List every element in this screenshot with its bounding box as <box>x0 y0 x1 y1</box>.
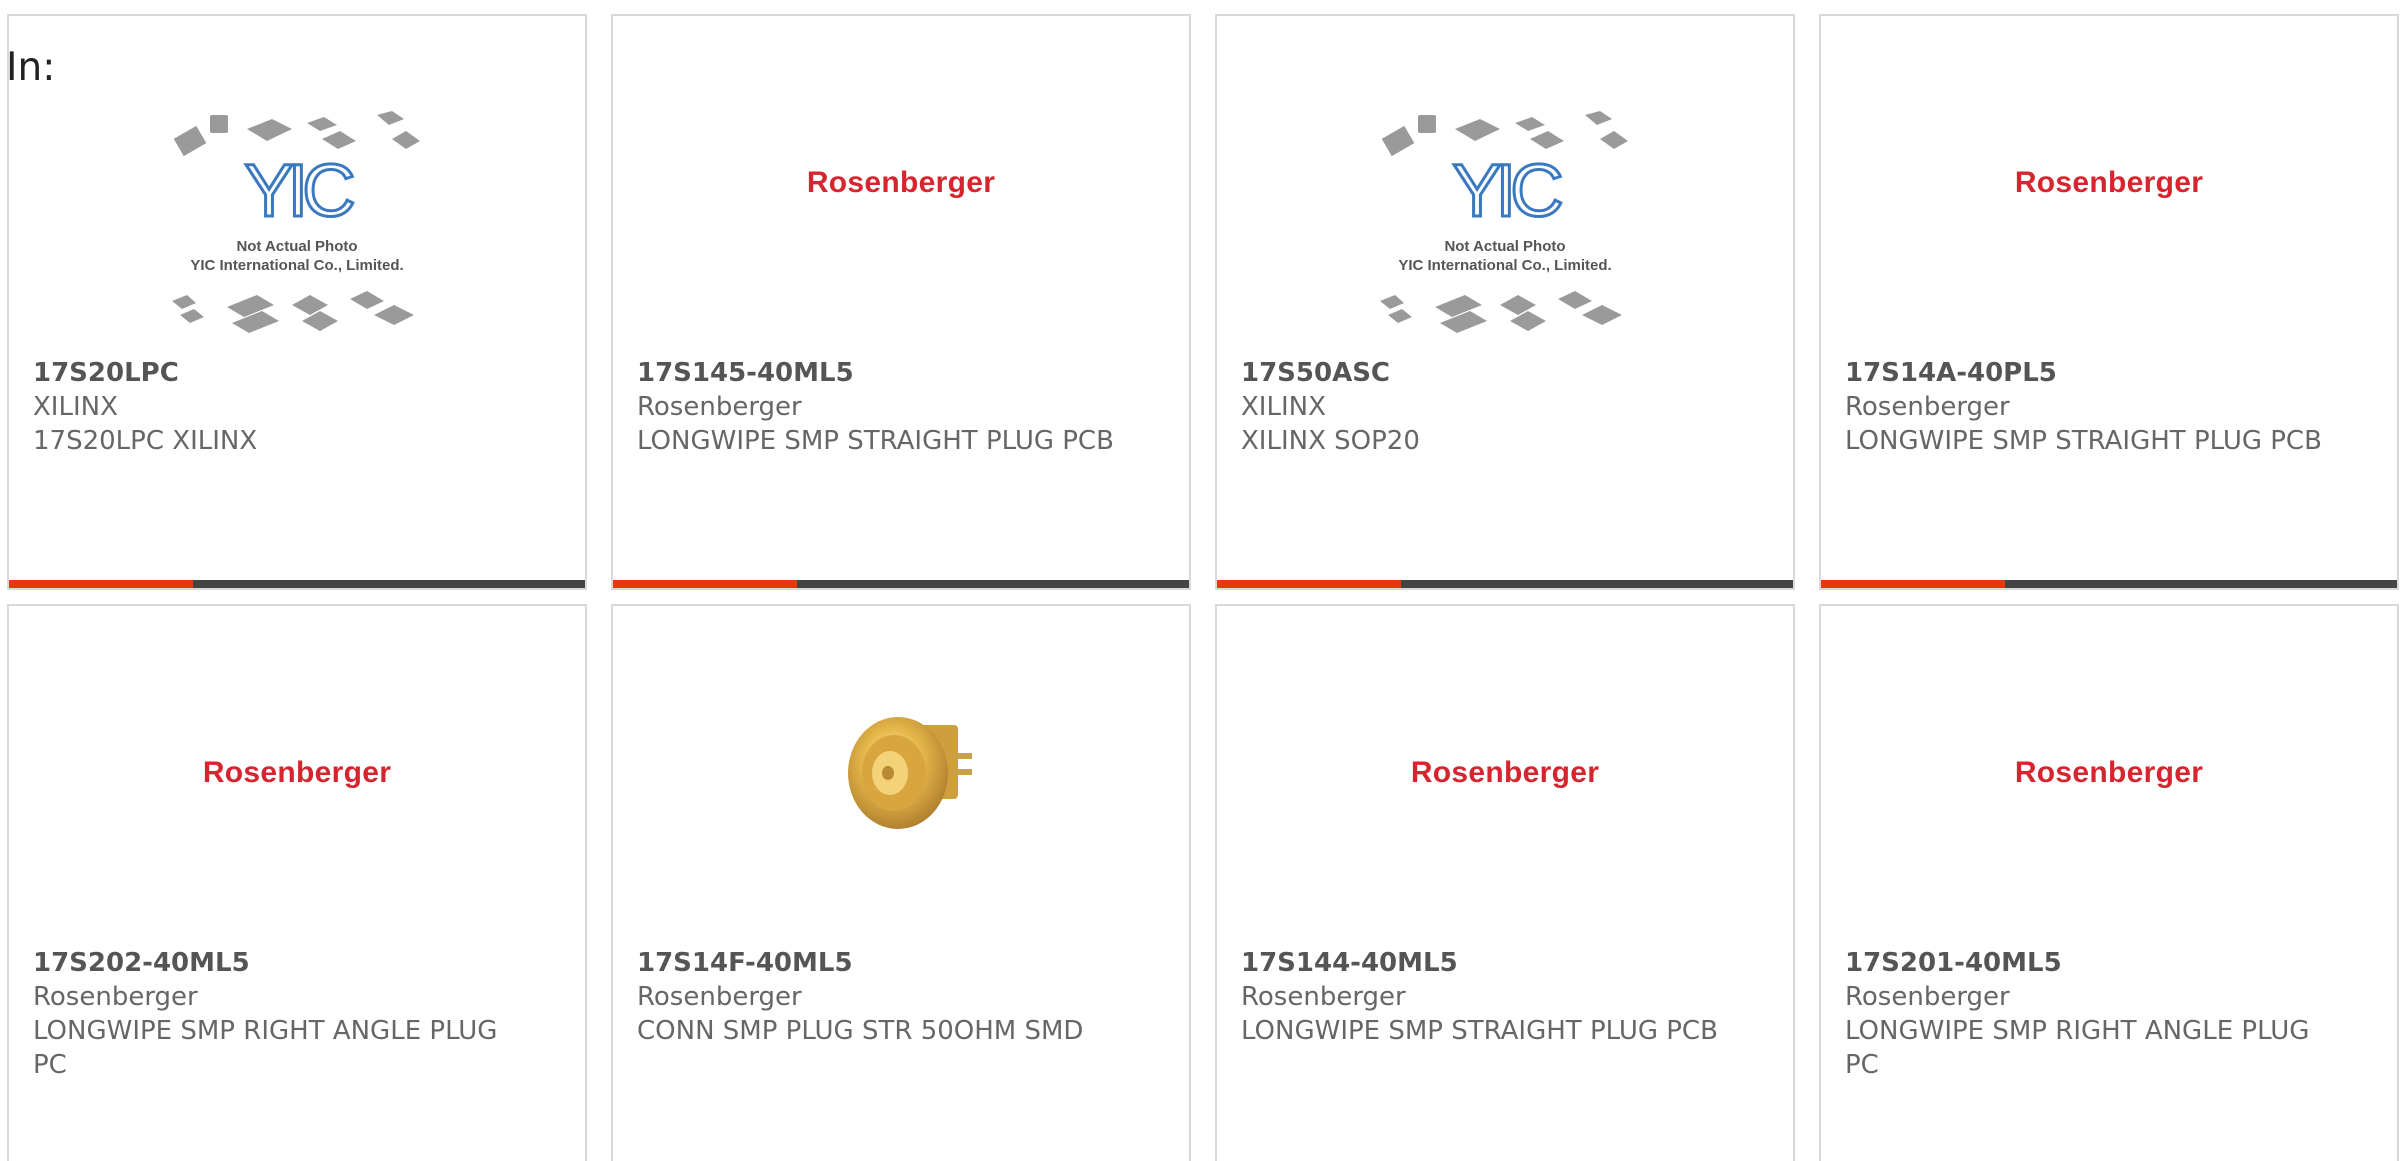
svg-text:YIC International Co., Limited: YIC International Co., Limited. <box>190 257 403 274</box>
description: 17S20LPC XILINX <box>33 426 258 456</box>
product-image: Rosenberger <box>1821 86 2397 366</box>
product-card[interactable]: 17S14F-40ML5 Rosenberger CONN SMP PLUG S… <box>611 604 1191 1161</box>
manufacturer: Rosenberger <box>1241 982 1406 1012</box>
product-info: 17S144-40ML5 Rosenberger LONGWIPE SMP ST… <box>1241 946 1741 1048</box>
description: LONGWIPE SMP RIGHT ANGLE PLUG PC <box>1845 1016 2310 1080</box>
product-info: 17S202-40ML5 Rosenberger LONGWIPE SMP RI… <box>33 946 533 1082</box>
rosenberger-logo: Rosenberger <box>202 756 392 789</box>
product-card[interactable]: YIC Not Actual Photo YIC International C… <box>1215 14 1795 590</box>
part-number[interactable]: 17S145-40ML5 <box>637 356 1137 390</box>
part-number[interactable]: 17S14A-40PL5 <box>1845 356 2345 390</box>
product-info: 17S20LPC XILINX 17S20LPC XILINX <box>33 356 533 458</box>
product-card[interactable]: Rosenberger 17S201-40ML5 Rosenberger LON… <box>1819 604 2399 1161</box>
svg-text:YIC International Co., Limited: YIC International Co., Limited. <box>1398 257 1611 274</box>
part-number[interactable]: 17S14F-40ML5 <box>637 946 1137 980</box>
part-number[interactable]: 17S202-40ML5 <box>33 946 533 980</box>
manufacturer: Rosenberger <box>33 982 198 1012</box>
manufacturer: XILINX <box>1241 392 1326 422</box>
product-image: YIC Not Actual Photo YIC International C… <box>9 86 585 366</box>
product-info: 17S14F-40ML5 Rosenberger CONN SMP PLUG S… <box>637 946 1137 1048</box>
card-bar-accent <box>9 580 193 588</box>
yic-logo-text: YIC <box>244 149 353 232</box>
manufacturer: Rosenberger <box>1845 982 2010 1012</box>
filter-label: In: <box>6 45 56 90</box>
yic-placeholder-image: YIC Not Actual Photo YIC International C… <box>1380 111 1628 333</box>
rosenberger-logo: Rosenberger <box>2014 166 2204 199</box>
card-bottom-bar <box>9 580 585 588</box>
product-image: Rosenberger <box>613 86 1189 366</box>
product-card[interactable]: Rosenberger 17S14A-40PL5 Rosenberger LON… <box>1819 14 2399 590</box>
product-listing-page: In: YIC Not Actual Photo YIC Internation… <box>0 0 2400 1161</box>
card-bottom-bar <box>613 580 1189 588</box>
svg-text:Not Actual Photo: Not Actual Photo <box>236 238 357 255</box>
manufacturer: Rosenberger <box>1845 392 2010 422</box>
part-number[interactable]: 17S20LPC <box>33 356 533 390</box>
description: LONGWIPE SMP STRAIGHT PLUG PCB <box>637 426 1114 456</box>
manufacturer: Rosenberger <box>637 392 802 422</box>
part-number[interactable]: 17S50ASC <box>1241 356 1741 390</box>
part-number[interactable]: 17S201-40ML5 <box>1845 946 2345 980</box>
description: LONGWIPE SMP STRAIGHT PLUG PCB <box>1845 426 2322 456</box>
manufacturer: XILINX <box>33 392 118 422</box>
card-bottom-bar <box>1217 580 1793 588</box>
rosenberger-logo: Rosenberger <box>2014 756 2204 789</box>
description: XILINX SOP20 <box>1241 426 1420 456</box>
yic-placeholder-image: YIC Not Actual Photo YIC International C… <box>172 111 420 333</box>
product-card[interactable]: Rosenberger 17S144-40ML5 Rosenberger LON… <box>1215 604 1795 1161</box>
product-image: YIC Not Actual Photo YIC International C… <box>1217 86 1793 366</box>
smp-connector-photo <box>848 717 972 829</box>
product-card[interactable]: YIC Not Actual Photo YIC International C… <box>7 14 587 590</box>
card-bar-accent <box>1821 580 2005 588</box>
description: LONGWIPE SMP STRAIGHT PLUG PCB <box>1241 1016 1718 1046</box>
manufacturer: Rosenberger <box>637 982 802 1012</box>
product-info: 17S50ASC XILINX XILINX SOP20 <box>1241 356 1741 458</box>
card-bar-accent <box>613 580 797 588</box>
product-info: 17S201-40ML5 Rosenberger LONGWIPE SMP RI… <box>1845 946 2345 1082</box>
product-card[interactable]: Rosenberger 17S202-40ML5 Rosenberger LON… <box>7 604 587 1161</box>
rosenberger-logo: Rosenberger <box>806 166 996 199</box>
rosenberger-logo: Rosenberger <box>1410 756 1600 789</box>
product-image: Rosenberger <box>9 676 585 956</box>
description: LONGWIPE SMP RIGHT ANGLE PLUG PC <box>33 1016 498 1080</box>
part-number[interactable]: 17S144-40ML5 <box>1241 946 1741 980</box>
product-info: 17S145-40ML5 Rosenberger LONGWIPE SMP ST… <box>637 356 1137 458</box>
yic-logo-text: YIC <box>1452 149 1561 232</box>
description: CONN SMP PLUG STR 50OHM SMD <box>637 1016 1084 1046</box>
product-grid: YIC Not Actual Photo YIC International C… <box>7 14 2399 1161</box>
product-image: Rosenberger <box>1217 676 1793 956</box>
product-image <box>613 676 1189 956</box>
product-image: Rosenberger <box>1821 676 2397 956</box>
svg-text:Not Actual Photo: Not Actual Photo <box>1444 238 1565 255</box>
product-info: 17S14A-40PL5 Rosenberger LONGWIPE SMP ST… <box>1845 356 2345 458</box>
card-bar-accent <box>1217 580 1401 588</box>
card-bottom-bar <box>1821 580 2397 588</box>
product-card[interactable]: Rosenberger 17S145-40ML5 Rosenberger LON… <box>611 14 1191 590</box>
